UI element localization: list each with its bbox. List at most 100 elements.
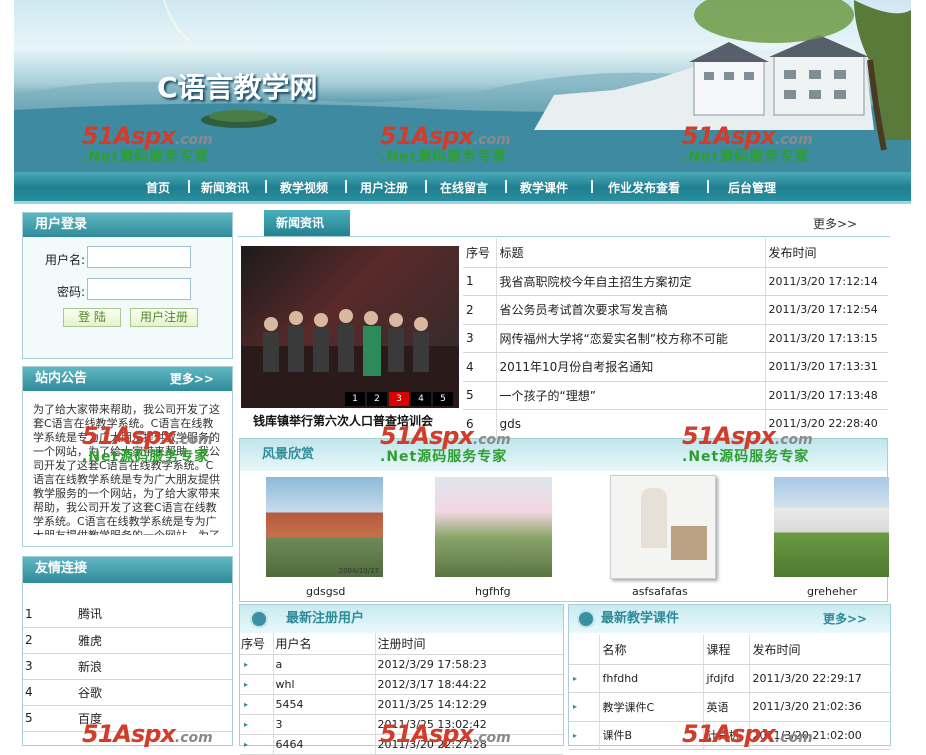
- courses-panel: 最新教学课件 更多>> 名称 课程 发布时间 ▸ fhfdhd jfdjfd 2011/3…: [568, 604, 891, 750]
- news-num: 1: [463, 267, 497, 296]
- user-row[interactable]: ▸ 5454 2011/3/25 14:12:29: [240, 694, 563, 715]
- register-button[interactable]: 用户注册: [130, 308, 198, 327]
- course-name[interactable]: fhfdhd: [599, 664, 704, 693]
- users-table: 序号 用户名 注册时间 ▸ a 2012/3/29 17:58:23 ▸ whl 2012/…: [240, 633, 563, 755]
- nav-courseware[interactable]: 教学课件: [520, 179, 568, 196]
- courses-header-row: 名称 课程 发布时间: [569, 635, 890, 665]
- scenery-photo[interactable]: [774, 477, 889, 577]
- link-number: 1: [23, 601, 78, 628]
- news-title[interactable]: gds: [496, 409, 766, 439]
- nav-register[interactable]: 用户注册: [360, 179, 408, 196]
- slide-page-button[interactable]: 4: [411, 392, 431, 406]
- course-subject: 英语: [703, 692, 750, 722]
- scenery-caption: asfsafafas: [632, 585, 688, 598]
- link-name[interactable]: 百度: [78, 705, 232, 732]
- user-name[interactable]: whl: [273, 674, 376, 695]
- news-time: 2011/3/20 17:13:31: [765, 352, 888, 382]
- news-photo: [241, 309, 459, 408]
- user-time: 2012/3/29 17:58:23: [375, 654, 563, 675]
- notice-more-link[interactable]: 更多>>: [170, 367, 214, 391]
- users-title-bar: 最新注册用户: [240, 605, 563, 633]
- course-row[interactable]: ▸ 课件B 计算机 2011/3/20 21:02:00: [569, 721, 890, 750]
- course-name[interactable]: 课件B: [599, 721, 704, 750]
- news-title[interactable]: 2011年10月份自考报名通知: [496, 352, 766, 382]
- link-name[interactable]: 腾讯: [78, 601, 232, 628]
- news-time: 2011/3/20 17:13:15: [765, 324, 888, 353]
- news-panel: 新闻资讯 更多>> 1 2 3 4 5 钱库镇举行第六次人口普查培训会 序号 标题…: [238, 208, 890, 439]
- news-title[interactable]: 网传福州大学将“恋爱实名制”校方称不可能: [496, 324, 766, 353]
- news-row[interactable]: 5 一个孩子的“理想” 2011/3/20 17:13:48: [463, 381, 888, 410]
- news-title[interactable]: 我省高职院校今年自主招生方案初定: [496, 267, 766, 296]
- user-name[interactable]: 3: [273, 714, 376, 735]
- scenery-caption: gdsgsd: [306, 585, 346, 598]
- link-name[interactable]: 雅虎: [78, 627, 232, 654]
- link-row[interactable]: 1 腾讯: [23, 601, 232, 628]
- course-subject: jfdjfd: [703, 664, 750, 693]
- user-row[interactable]: ▸ a 2012/3/29 17:58:23: [240, 654, 563, 675]
- nav-home[interactable]: 首页: [146, 179, 170, 196]
- scenery-caption: hgfhfg: [475, 585, 511, 598]
- link-number: 4: [23, 679, 78, 706]
- slide-page-button[interactable]: 5: [433, 392, 453, 406]
- courses-header-course: 课程: [703, 635, 750, 665]
- news-row[interactable]: 6 gds 2011/3/20 22:28:40: [463, 409, 888, 439]
- slide-page-button[interactable]: 1: [345, 392, 365, 406]
- user-name[interactable]: a: [273, 654, 376, 675]
- user-row[interactable]: ▸ 3 2011/3/25 13:02:42: [240, 714, 563, 735]
- course-row[interactable]: ▸ 教学课件C 英语 2011/3/20 21:02:36: [569, 692, 890, 722]
- nav-news[interactable]: 新闻资讯: [201, 179, 249, 196]
- slide-page-button[interactable]: 2: [367, 392, 387, 406]
- nav-messages[interactable]: 在线留言: [440, 179, 488, 196]
- scenery-photo[interactable]: [435, 477, 552, 577]
- news-num: 4: [463, 352, 497, 382]
- user-name[interactable]: 5454: [273, 694, 376, 715]
- slide-page-button-active[interactable]: 3: [389, 392, 409, 406]
- link-row[interactable]: 2 雅虎: [23, 627, 232, 654]
- link-row[interactable]: 4 谷歌: [23, 679, 232, 706]
- news-row[interactable]: 4 2011年10月份自考报名通知 2011/3/20 17:13:31: [463, 352, 888, 382]
- news-more-link[interactable]: 更多>>: [813, 215, 857, 232]
- password-input[interactable]: [87, 278, 191, 300]
- nav-homework[interactable]: 作业发布查看: [608, 179, 680, 196]
- user-row[interactable]: ▸ whl 2012/3/17 18:44:22: [240, 674, 563, 695]
- slideshow-caption[interactable]: 钱库镇举行第六次人口普查培训会: [253, 412, 433, 429]
- user-time: 2011/3/25 13:02:42: [375, 714, 563, 735]
- user-name[interactable]: 6464: [273, 734, 376, 755]
- users-header-name: 用户名: [273, 633, 376, 655]
- news-row[interactable]: 1 我省高职院校今年自主招生方案初定 2011/3/20 17:12:14: [463, 267, 888, 296]
- bullet-icon: ▸: [240, 734, 274, 755]
- bullet-icon: ▸: [569, 692, 600, 722]
- links-title: 友情连接: [23, 557, 232, 583]
- notice-text: 为了给大家带来帮助，我公司开发了这套C语言在线教学系统。C语言在线教学系统是专为…: [33, 403, 220, 535]
- user-row[interactable]: ▸ 6464 2011/3/20 22:27:28: [240, 734, 563, 755]
- link-row[interactable]: 3 新浪: [23, 653, 232, 680]
- site-banner: C语言教学网: [14, 0, 911, 172]
- course-name[interactable]: 教学课件C: [599, 692, 704, 722]
- news-slideshow[interactable]: 1 2 3 4 5: [241, 246, 459, 408]
- courses-title-bar: 最新教学课件 更多>>: [569, 605, 890, 633]
- course-row[interactable]: ▸ fhfdhd jfdjfd 2011/3/20 22:29:17: [569, 664, 890, 693]
- links-table: 1 腾讯 2 雅虎 3 新浪 4 谷歌 5 百度: [23, 601, 232, 732]
- scenery-photo[interactable]: [610, 475, 716, 579]
- globe-icon: [577, 610, 595, 628]
- links-panel: 友情连接 1 腾讯 2 雅虎 3 新浪 4 谷歌 5 百度: [22, 556, 233, 746]
- bullet-icon: ▸: [569, 664, 600, 693]
- link-row[interactable]: 5 百度: [23, 705, 232, 732]
- courses-more-link[interactable]: 更多>>: [823, 605, 867, 633]
- news-row[interactable]: 2 省公务员考试首次要求写发言稿 2011/3/20 17:12:54: [463, 295, 888, 325]
- news-header-num: 序号: [463, 238, 497, 268]
- scenery-photo[interactable]: 2004/10/27: [266, 477, 383, 577]
- scenery-title-bar: 风景欣赏: [240, 439, 887, 471]
- news-title[interactable]: 一个孩子的“理想”: [496, 381, 766, 410]
- link-name[interactable]: 新浪: [78, 653, 232, 680]
- new-users-panel: 最新注册用户 序号 用户名 注册时间 ▸ a 2012/3/29 17:58:23 ▸ w…: [239, 604, 564, 755]
- news-time: 2011/3/20 17:13:48: [765, 381, 888, 410]
- news-row[interactable]: 3 网传福州大学将“恋爱实名制”校方称不可能 2011/3/20 17:13:15: [463, 324, 888, 353]
- username-input[interactable]: [87, 246, 191, 268]
- login-button[interactable]: 登 陆: [63, 308, 121, 327]
- nav-admin[interactable]: 后台管理: [728, 179, 776, 196]
- link-name[interactable]: 谷歌: [78, 679, 232, 706]
- nav-videos[interactable]: 教学视频: [280, 179, 328, 196]
- news-num: 5: [463, 381, 497, 410]
- news-title[interactable]: 省公务员考试首次要求写发言稿: [496, 295, 766, 325]
